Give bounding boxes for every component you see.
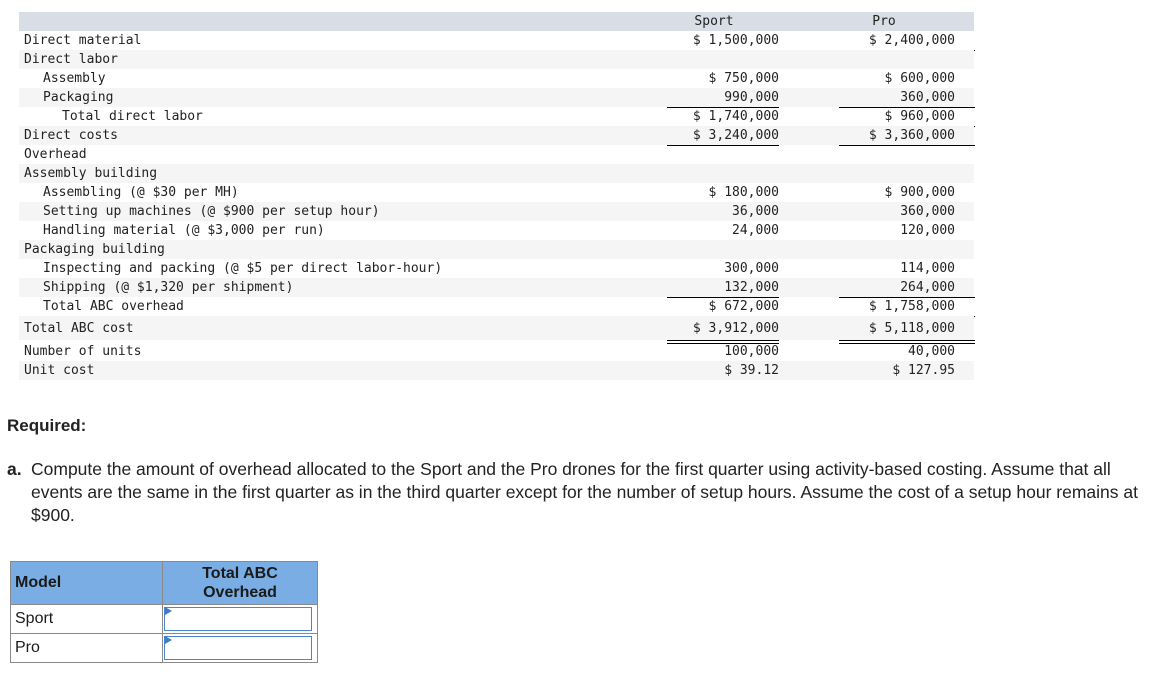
sport-value: 132,000 [724,280,779,295]
table-row: Packaging 990,000 360,000 [19,88,974,107]
sport-value: $ 1,500,000 [692,33,779,48]
sport-value: $ 672,000 [708,299,779,314]
sport-value: 24,000 [732,223,779,238]
row-label: Unit cost [24,363,95,378]
sport-value: $ 750,000 [708,71,779,86]
table-row: Total ABC cost $ 3,912,000 $ 5,118,000 [19,316,974,340]
row-label: Inspecting and packing (@ $5 per direct … [43,261,443,276]
pro-value: 360,000 [900,204,955,219]
pro-value: $ 1,758,000 [868,299,955,314]
row-label: Direct costs [24,128,118,143]
row-label: Setting up machines (@ $900 per setup ho… [43,204,380,219]
sport-value: $ 3,240,000 [692,128,779,143]
row-label: Assembly [43,71,106,86]
table-row: Total ABC overhead $ 672,000 $ 1,758,000 [19,297,974,316]
header-sport: Sport [694,14,734,29]
required-heading: Required: [7,416,87,435]
sport-value: 36,000 [732,204,779,219]
question-a: a. Compute the amount of overhead alloca… [7,458,1147,527]
input-flag-icon [165,607,172,615]
table-row: Setting up machines (@ $900 per setup ho… [19,202,974,221]
pro-value: 120,000 [900,223,955,238]
table-row: Unit cost $ 39.12 $ 127.95 [19,361,974,380]
row-label: Total direct labor [62,109,203,124]
pro-value: $ 960,000 [884,109,955,124]
row-label: Assembling (@ $30 per MH) [43,185,239,200]
pro-value: 40,000 [908,344,955,359]
row-label: Total ABC overhead [43,299,184,314]
question-letter: a. [7,459,22,479]
table-row: Direct labor [19,50,974,69]
row-label: Number of units [24,344,142,359]
row-label: Direct material [24,33,142,48]
row-label: Overhead [24,147,87,162]
row-label: Handling material (@ $3,000 per run) [43,223,325,238]
table-row: Shipping (@ $1,320 per shipment) 132,000… [19,278,974,297]
table-row: Total direct labor $ 1,740,000 $ 960,000 [19,107,974,126]
table-row: Assembly building [19,164,974,183]
table-row: Overhead [19,145,974,164]
sport-value: 300,000 [724,261,779,276]
sport-value: $ 1,740,000 [692,109,779,124]
header-model: Model [10,561,163,605]
row-label: Packaging building [24,242,165,257]
table-row: Handling material (@ $3,000 per run) 24,… [19,221,974,240]
pro-value: $ 2,400,000 [868,33,955,48]
header-total-abc-overhead: Total ABC Overhead [162,561,318,605]
pro-value: $ 900,000 [884,185,955,200]
input-flag-icon [165,636,172,644]
row-label: Shipping (@ $1,320 per shipment) [43,280,294,295]
sport-value: $ 39.12 [724,363,779,378]
pro-value: 360,000 [900,90,955,105]
answer-header-row: Model Total ABC Overhead [10,561,318,605]
table-header-row: Sport Pro [19,12,974,31]
row-label: Packaging [43,90,114,105]
pro-value: $ 127.95 [892,363,955,378]
pro-overhead-input[interactable] [164,636,312,660]
answer-row-sport: Sport [10,604,318,634]
model-cell: Pro [10,633,163,663]
pro-value: $ 3,360,000 [868,128,955,143]
answer-table: Model Total ABC Overhead Sport Pro [10,561,318,663]
header-pro: Pro [872,14,896,29]
sport-value: 100,000 [724,344,779,359]
model-cell: Sport [10,604,163,634]
table-row: Direct costs $ 3,240,000 $ 3,360,000 [19,126,974,145]
pro-value: 264,000 [900,280,955,295]
sport-value: 990,000 [724,90,779,105]
pro-value: $ 5,118,000 [868,320,955,336]
pro-value: $ 600,000 [884,71,955,86]
row-label: Total ABC cost [24,320,134,336]
table-row: Number of units 100,000 40,000 [19,342,974,361]
table-row: Packaging building [19,240,974,259]
sport-overhead-input[interactable] [164,607,312,631]
answer-row-pro: Pro [10,633,318,663]
sport-value: $ 3,912,000 [692,320,779,336]
table-row: Inspecting and packing (@ $5 per direct … [19,259,974,278]
table-row: Assembling (@ $30 per MH) $ 180,000 $ 90… [19,183,974,202]
question-text: Compute the amount of overhead allocated… [31,459,1138,525]
table-row: Direct material $ 1,500,000 $ 2,400,000 [19,31,974,50]
row-label: Assembly building [24,166,158,181]
pro-value: 114,000 [900,261,955,276]
sport-value: $ 180,000 [708,185,779,200]
abc-cost-table: Sport Pro Direct material $ 1,500,000 $ … [19,12,975,380]
row-label: Direct labor [24,52,118,67]
table-row: Assembly $ 750,000 $ 600,000 [19,69,974,88]
